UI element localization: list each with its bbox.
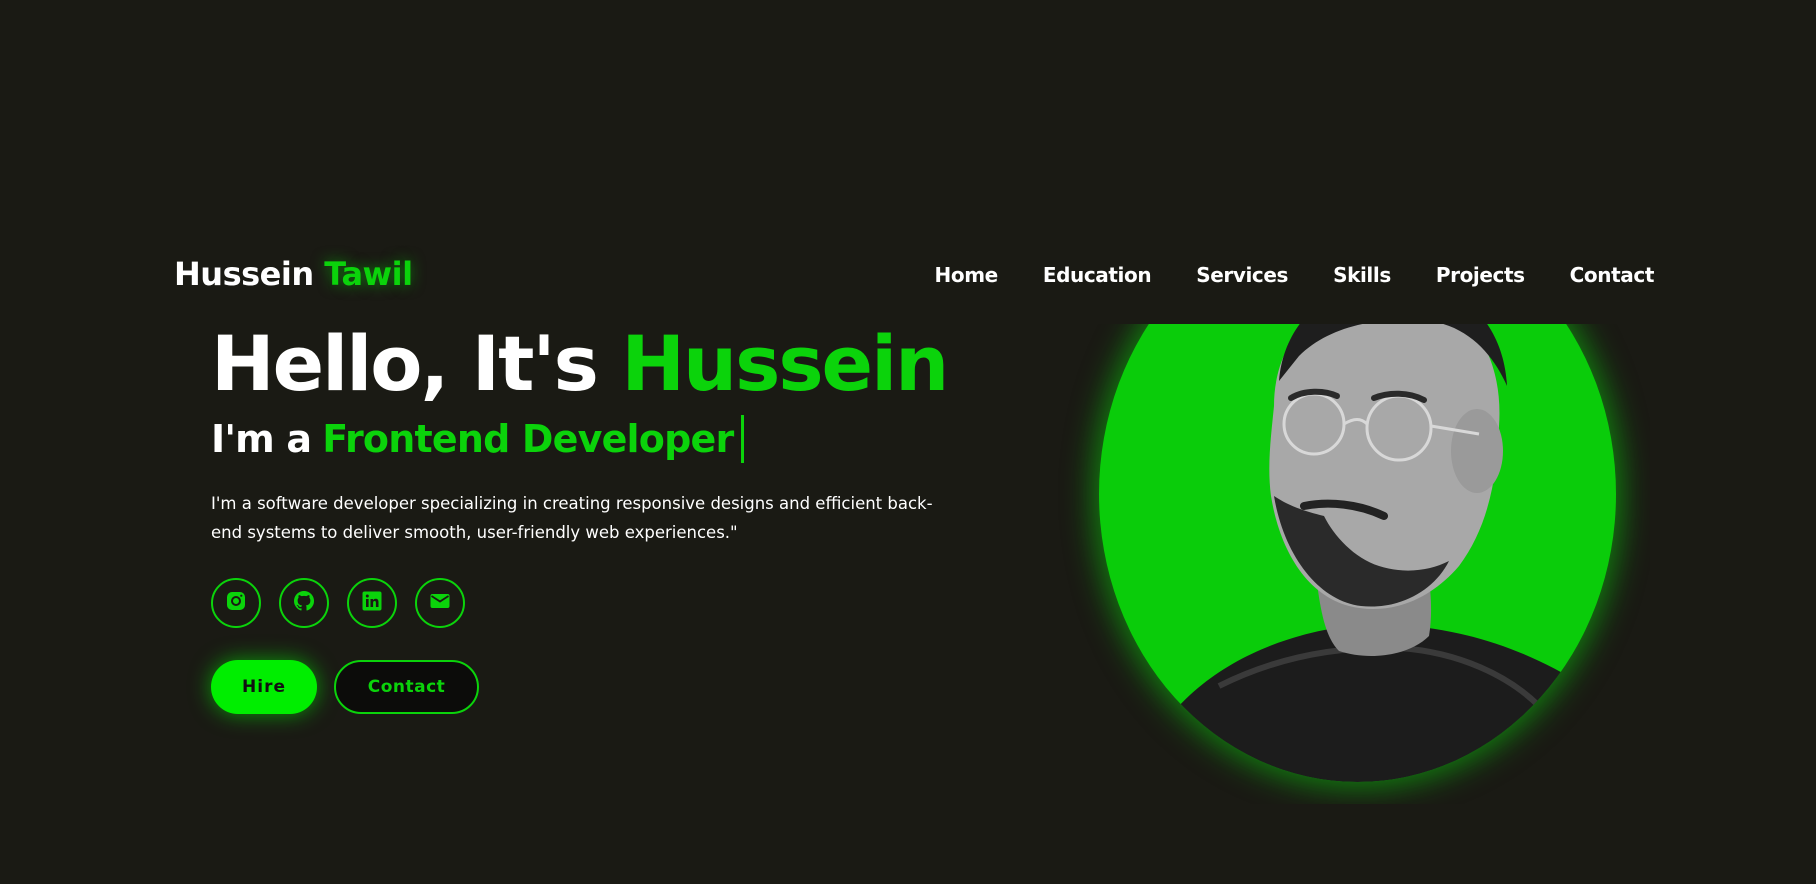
hero-actions: Hire Contact [211,660,479,714]
linkedin-icon [360,589,384,617]
social-links [211,578,465,628]
main-nav: Home Education Services Skills Projects … [935,263,1655,287]
hero-role: Frontend Developer [322,417,734,461]
instagram-icon [224,589,248,617]
logo-first-name: Hussein [174,255,314,293]
page: Hussein Tawil Home Education Services Sk… [0,0,1816,884]
hero-greeting: Hello, It's [211,319,599,408]
logo-last-name: Tawil [324,255,413,293]
linkedin-link[interactable] [347,578,397,628]
portrait-illustration [1099,324,1616,782]
nav-home[interactable]: Home [935,263,999,287]
nav-contact[interactable]: Contact [1570,263,1655,287]
nav-education[interactable]: Education [1043,263,1152,287]
contact-button[interactable]: Contact [334,660,479,714]
nav-services[interactable]: Services [1196,263,1288,287]
typing-caret [741,415,745,463]
hero-description: I'm a software developer specializing in… [211,494,933,542]
hero-role-line: I'm a Frontend Developer [211,414,745,464]
nav-projects[interactable]: Projects [1436,263,1525,287]
nav-skills[interactable]: Skills [1333,263,1391,287]
instagram-link[interactable] [211,578,261,628]
hero-role-prefix: I'm a [211,417,312,461]
portrait-image [1099,324,1616,782]
portrait-frame [1050,324,1650,804]
email-icon [428,589,452,617]
hero-title: Hello, It's Hussein [211,318,949,410]
logo[interactable]: Hussein Tawil [174,255,413,293]
hero-name: Hussein [621,319,949,408]
hire-button[interactable]: Hire [211,660,317,714]
github-icon [292,589,316,617]
email-link[interactable] [415,578,465,628]
github-link[interactable] [279,578,329,628]
